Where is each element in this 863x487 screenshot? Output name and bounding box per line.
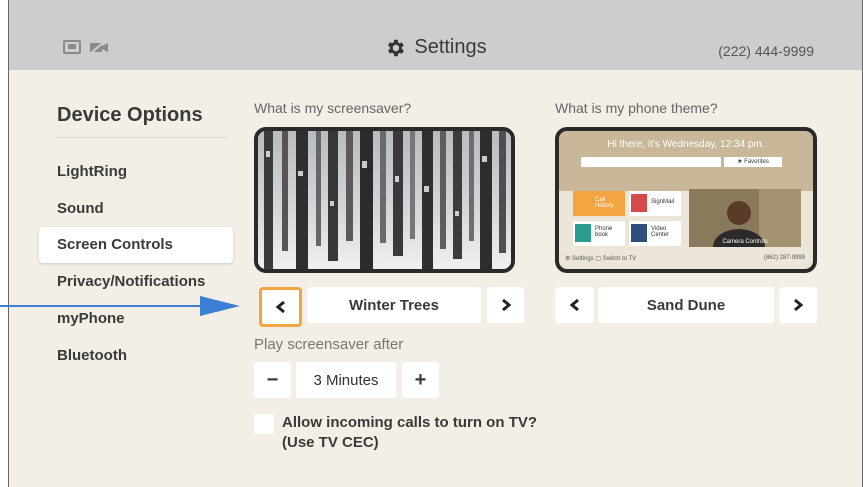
theme-tile-signmail: SignMail: [629, 191, 681, 216]
sidebar-item-bluetooth[interactable]: Bluetooth: [39, 338, 233, 374]
screensaver-delay-label: Play screensaver after: [254, 336, 404, 353]
gear-icon: [388, 39, 405, 56]
phone-theme-question: What is my phone theme?: [555, 100, 718, 116]
theme-footer-right: (862) 287-9999: [763, 255, 805, 261]
phone-number: (222) 444-9999: [718, 43, 814, 59]
theme-tile-video-center: Video Center: [629, 221, 681, 246]
chevron-left-icon: [275, 300, 285, 314]
screensaver-prev-button[interactable]: [259, 287, 302, 327]
screensaver-delay-decrease-button[interactable]: −: [254, 362, 291, 398]
app-frame: Settings (222) 444-9999 Device Options L…: [8, 0, 863, 487]
screensaver-value: Winter Trees: [307, 287, 481, 323]
theme-camera-controls: Camera Controls: [722, 239, 768, 245]
theme-tile-phone-book: Phone book: [573, 221, 625, 246]
theme-greeting: Hi there, it's Wednesday, 12:34 pm.: [607, 139, 765, 150]
phone-theme-next-button[interactable]: [779, 287, 817, 323]
screensaver-delay-value: 3 Minutes: [296, 362, 396, 398]
chevron-right-icon: [794, 298, 804, 312]
top-bar: Settings (222) 444-9999: [9, 0, 862, 70]
sidebar-item-screen-controls[interactable]: Screen Controls: [39, 227, 233, 263]
theme-tile-label: SignMail: [651, 199, 675, 205]
sidebar-item-lightring[interactable]: LightRing: [39, 154, 233, 190]
theme-tile-label: Phone book: [595, 226, 613, 238]
phone-theme-value: Sand Dune: [598, 287, 774, 323]
chevron-left-icon: [569, 298, 579, 312]
signmail-icon: [631, 194, 647, 212]
screensaver-preview[interactable]: [254, 127, 515, 273]
sidebar-title: Device Options: [57, 104, 203, 126]
sidebar-item-sound[interactable]: Sound: [39, 191, 233, 227]
theme-tile-label: Video Center: [651, 226, 670, 238]
phone-theme-prev-button[interactable]: [555, 287, 594, 323]
theme-camera-preview: Camera Controls: [689, 189, 801, 247]
winter-trees-image: [258, 131, 511, 269]
chevron-right-icon: [501, 298, 511, 312]
screensaver-delay-increase-button[interactable]: +: [402, 362, 439, 398]
sidebar-item-privacy-notifications[interactable]: Privacy/Notifications: [39, 264, 233, 300]
tv-cec-label[interactable]: Allow incoming calls to turn on TV? (Use…: [282, 413, 537, 453]
theme-favorites: ★ Favorites: [724, 157, 782, 167]
screensaver-next-button[interactable]: [487, 287, 524, 323]
theme-tile-call-history: Call History: [573, 191, 625, 216]
tv-cec-checkbox[interactable]: [254, 414, 274, 434]
tv-cec-label-line2: (Use TV CEC): [282, 434, 379, 451]
video-center-icon: [631, 224, 647, 242]
screensaver-question: What is my screensaver?: [254, 100, 412, 116]
annotation-arrow-icon: [0, 296, 240, 316]
theme-dial-field: [581, 157, 721, 167]
theme-tile-label: Call History: [595, 197, 614, 209]
page-title-text: Settings: [414, 36, 487, 58]
phone-theme-preview[interactable]: Hi there, it's Wednesday, 12:34 pm. ★ Fa…: [555, 127, 817, 273]
sidebar-divider: [57, 137, 227, 138]
tv-cec-label-line1: Allow incoming calls to turn on TV?: [282, 414, 537, 431]
phonebook-icon: [575, 224, 591, 242]
theme-footer-left: ⚙ Settings ▢ Switch to TV: [565, 256, 637, 262]
